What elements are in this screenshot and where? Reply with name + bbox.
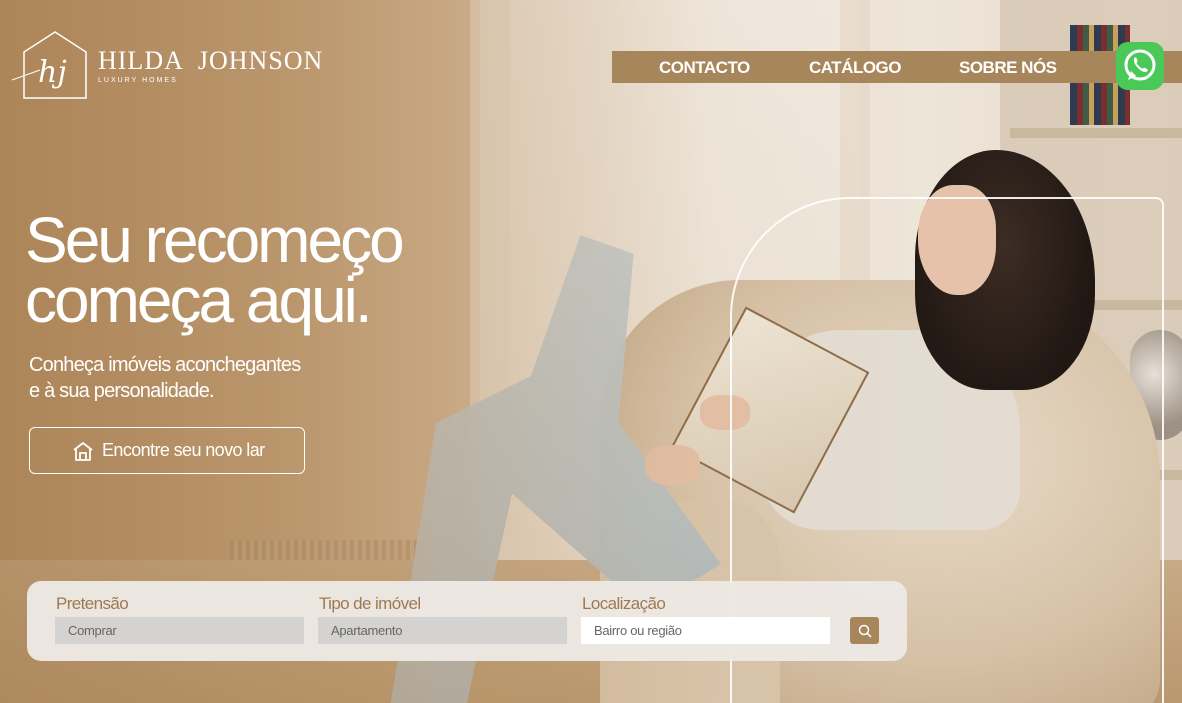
whatsapp-button[interactable] [1116,42,1164,90]
hero-headline: Seu recomeço começa aqui. [25,204,405,336]
find-home-button[interactable]: Encontre seu novo lar [29,427,305,474]
localizacao-input[interactable]: Bairro ou região [581,617,830,644]
brand-tagline: LUXURY HOMES [98,77,178,84]
nav-sobre-nos[interactable]: SOBRE NÓS [959,58,1057,78]
localizacao-label: Localização [582,594,666,613]
pretensao-select[interactable]: Comprar [55,617,304,644]
nav-catalogo[interactable]: CATÁLOGO [809,58,902,78]
tipo-imovel-label: Tipo de imóvel [319,594,421,613]
nav-contacto[interactable]: CONTACTO [659,58,750,78]
subtitle-line-1: Conheça imóveis aconchegantes [29,354,301,376]
property-search-bar: Pretensão Comprar Tipo de imóvel Apartam… [27,581,907,661]
headline-line-2: começa aqui. [25,264,373,336]
brand-last-name: JOHNSON [197,46,324,75]
headline-line-1: Seu recomeço [25,204,405,276]
pretensao-label: Pretensão [56,594,129,613]
brand-name: HILDA JOHNSON [98,46,323,76]
search-icon [858,624,872,638]
brand-first-name: HILDA [98,46,184,75]
subtitle-line-2: e à sua personalidade. [29,380,215,402]
logo-house-icon: hj [10,30,90,100]
hero-subtitle: Conheça imóveis aconchegantes e à sua pe… [29,352,301,404]
tipo-imovel-select[interactable]: Apartamento [318,617,567,644]
main-nav: CONTACTO CATÁLOGO SOBRE NÓS [612,51,1182,83]
brand-logo[interactable]: hj HILDA JOHNSON LUXURY HOMES [10,30,323,100]
find-home-label: Encontre seu novo lar [102,440,265,460]
whatsapp-icon [1124,49,1156,81]
search-button[interactable] [850,617,879,644]
logo-monogram: hj [38,55,67,90]
home-icon [72,441,94,461]
